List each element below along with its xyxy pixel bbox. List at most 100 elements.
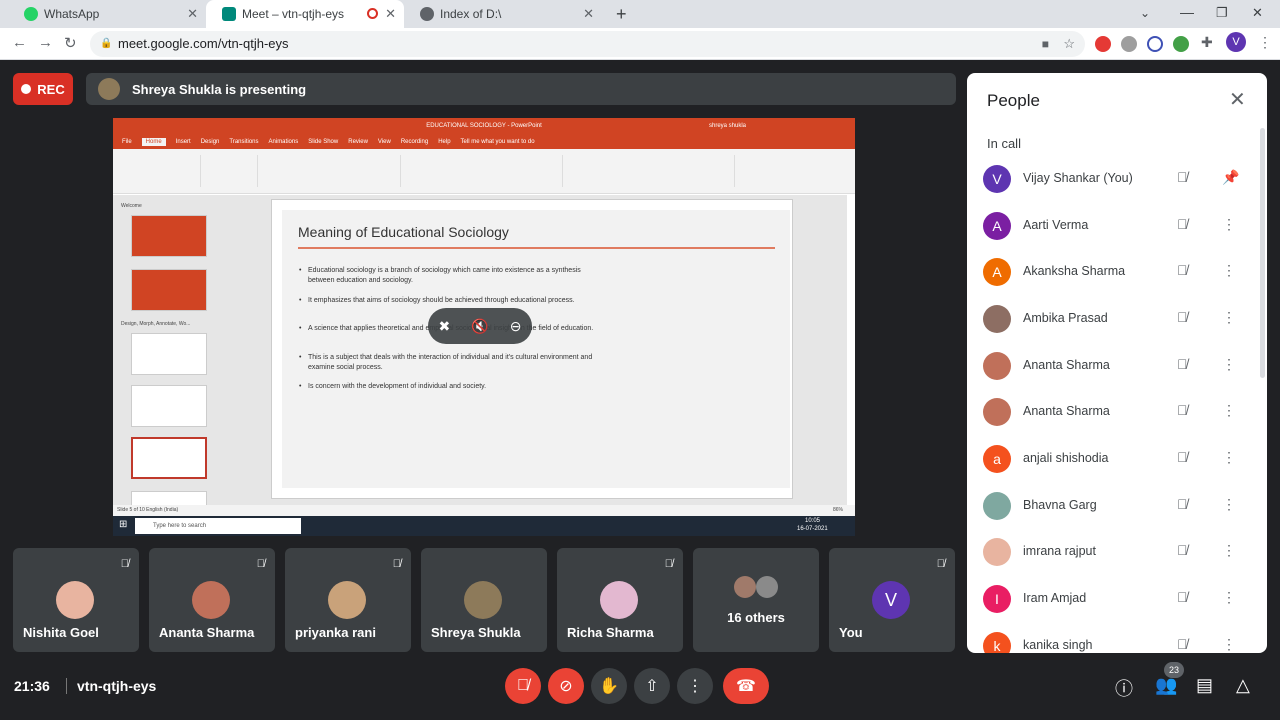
- pin-icon[interactable]: 📌: [1222, 169, 1239, 186]
- windows-start-icon[interactable]: ⊞: [119, 519, 127, 530]
- slide-thumbnail[interactable]: [131, 385, 207, 427]
- ribbon-tab[interactable]: Design: [201, 139, 220, 145]
- more-vert-icon[interactable]: ⋮: [1222, 589, 1236, 606]
- mic-off-icon: 🎙̸: [664, 558, 673, 570]
- puzzle-icon[interactable]: ✚: [1201, 34, 1213, 51]
- close-icon[interactable]: ✕: [1229, 87, 1246, 112]
- participant-row[interactable]: Ananta Sharma 🎙̸ ⋮: [967, 343, 1267, 389]
- activities-icon[interactable]: △: [1236, 675, 1250, 696]
- more-options-button[interactable]: ⋮: [677, 668, 713, 704]
- tab-search-icon[interactable]: ⌄: [1140, 6, 1150, 20]
- participant-tile[interactable]: 🎙̸ Ananta Sharma: [149, 548, 275, 652]
- others-tile[interactable]: 16 others: [693, 548, 819, 652]
- ribbon-tab[interactable]: Slide Show: [308, 139, 338, 145]
- extension-icon[interactable]: [1147, 36, 1163, 52]
- browser-menu-icon[interactable]: ⋮: [1258, 34, 1272, 51]
- more-vert-icon[interactable]: ⋮: [1222, 216, 1236, 233]
- participant-row[interactable]: V Vijay Shankar (You) 🎙̸ 📌: [967, 156, 1267, 202]
- back-icon[interactable]: ←: [12, 34, 27, 51]
- rec-label: REC: [37, 81, 65, 97]
- slide-thumbnail[interactable]: [131, 269, 207, 311]
- mute-icon[interactable]: 🔇: [471, 318, 488, 335]
- close-tab-icon[interactable]: ✕: [385, 6, 396, 22]
- ribbon-tab-home[interactable]: Home: [141, 137, 166, 146]
- tab-meet[interactable]: Meet – vtn-qtjh-eys ✕: [206, 0, 404, 28]
- tell-me-box[interactable]: Tell me what you want to do: [461, 139, 535, 145]
- reload-icon[interactable]: ↻: [64, 34, 77, 52]
- bookmark-star-icon[interactable]: ☆: [1063, 31, 1075, 57]
- self-tile[interactable]: 🎙̸ V You: [829, 548, 955, 652]
- forward-icon[interactable]: →: [38, 34, 53, 51]
- ribbon-tab[interactable]: Insert: [176, 139, 191, 145]
- chat-icon[interactable]: ▤: [1196, 675, 1213, 696]
- minimize-icon[interactable]: —: [1180, 4, 1194, 20]
- profile-avatar[interactable]: V: [1226, 32, 1246, 52]
- ribbon-tab[interactable]: Transitions: [229, 139, 258, 145]
- close-tab-icon[interactable]: ✕: [187, 6, 198, 22]
- avatar: [983, 492, 1011, 520]
- participant-row[interactable]: A Akanksha Sharma 🎙̸ ⋮: [967, 249, 1267, 295]
- avatar: [56, 581, 94, 619]
- ribbon-tab[interactable]: Animations: [269, 139, 299, 145]
- more-vert-icon[interactable]: ⋮: [1222, 636, 1236, 653]
- participant-row[interactable]: Ananta Sharma 🎙̸ ⋮: [967, 389, 1267, 435]
- participant-row[interactable]: imrana rajput 🎙̸ ⋮: [967, 529, 1267, 575]
- more-vert-icon[interactable]: ⋮: [1222, 542, 1236, 559]
- maximize-icon[interactable]: ❐: [1216, 5, 1228, 21]
- meeting-info-icon[interactable]: ⓘ: [1115, 675, 1133, 701]
- extension-icon[interactable]: [1121, 36, 1137, 52]
- participant-row[interactable]: A Aarti Verma 🎙̸ ⋮: [967, 203, 1267, 249]
- extension-icon[interactable]: [1095, 36, 1111, 52]
- ribbon-tab[interactable]: Help: [438, 139, 450, 145]
- people-panel: People ✕ In call V Vijay Shankar (You) 🎙…: [967, 73, 1267, 653]
- close-window-icon[interactable]: ✕: [1252, 5, 1263, 21]
- people-icon[interactable]: 👥: [1155, 675, 1177, 696]
- present-button[interactable]: ⇧: [634, 668, 670, 704]
- slide-thumbnail-selected[interactable]: [131, 437, 207, 479]
- leave-call-button[interactable]: ☎: [723, 668, 769, 704]
- participant-row[interactable]: k kanika singh 🎙̸ ⋮: [967, 623, 1267, 653]
- unpin-icon[interactable]: ✖: [439, 318, 451, 335]
- url-field[interactable]: 🔒 meet.google.com/vtn-qtjh-eys ■ ☆: [90, 31, 1085, 57]
- ribbon-tab[interactable]: View: [378, 139, 391, 145]
- slide-thumbnail[interactable]: [131, 215, 207, 257]
- participant-tile[interactable]: Shreya Shukla: [421, 548, 547, 652]
- slide-bullet: It emphasizes that aims of sociology sho…: [299, 296, 598, 306]
- new-tab-icon[interactable]: +: [616, 4, 627, 25]
- ribbon-tab[interactable]: Recording: [401, 139, 428, 145]
- slide-canvas: Meaning of Educational Sociology Educati…: [217, 195, 847, 505]
- participant-tile[interactable]: 🎙̸ priyanka rani: [285, 548, 411, 652]
- more-vert-icon[interactable]: ⋮: [1222, 496, 1236, 513]
- tab-whatsapp[interactable]: WhatsApp ✕: [8, 0, 206, 28]
- windows-taskbar: ⊞ Type here to search 10:05 16-07-2021: [113, 516, 855, 536]
- participant-row[interactable]: Ambika Prasad 🎙̸ ⋮: [967, 296, 1267, 342]
- mic-off-icon: 🎙̸: [1177, 356, 1188, 372]
- more-vert-icon[interactable]: ⋮: [1222, 402, 1236, 419]
- tab-index[interactable]: Index of D:\ ✕: [404, 0, 602, 28]
- raise-hand-button[interactable]: ✋: [591, 668, 627, 704]
- mic-toggle-button[interactable]: 🎙̸: [505, 668, 541, 704]
- participant-tile[interactable]: 🎙̸ Nishita Goel: [13, 548, 139, 652]
- slide-thumbnail[interactable]: [131, 333, 207, 375]
- ribbon-tab[interactable]: File: [122, 139, 132, 145]
- remove-icon[interactable]: ⊖: [510, 318, 522, 335]
- more-vert-icon[interactable]: ⋮: [1222, 356, 1236, 373]
- whatsapp-icon: [24, 7, 38, 21]
- participant-row[interactable]: Bhavna Garg 🎙̸ ⋮: [967, 483, 1267, 529]
- extension-icon[interactable]: [1173, 36, 1189, 52]
- taskbar-search-box[interactable]: Type here to search: [135, 518, 301, 534]
- close-tab-icon[interactable]: ✕: [583, 6, 594, 22]
- participant-name: Nishita Goel: [23, 625, 99, 640]
- browser-tab-strip: WhatsApp ✕ Meet – vtn-qtjh-eys ✕ Index o…: [0, 0, 1280, 28]
- mic-off-icon: 🎙̸: [517, 677, 529, 694]
- ribbon-tab[interactable]: Review: [348, 139, 368, 145]
- participant-tile[interactable]: 🎙̸ Richa Sharma: [557, 548, 683, 652]
- participant-row[interactable]: I Iram Amjad 🎙̸ ⋮: [967, 576, 1267, 622]
- more-vert-icon[interactable]: ⋮: [1222, 262, 1236, 279]
- meeting-clock: 21:36: [14, 678, 50, 694]
- participant-row[interactable]: a anjali shishodia 🎙̸ ⋮: [967, 436, 1267, 482]
- camera-toggle-button[interactable]: ⊘: [548, 668, 584, 704]
- more-vert-icon[interactable]: ⋮: [1222, 449, 1236, 466]
- more-vert-icon[interactable]: ⋮: [1222, 309, 1236, 326]
- camera-icon[interactable]: ■: [1042, 31, 1049, 57]
